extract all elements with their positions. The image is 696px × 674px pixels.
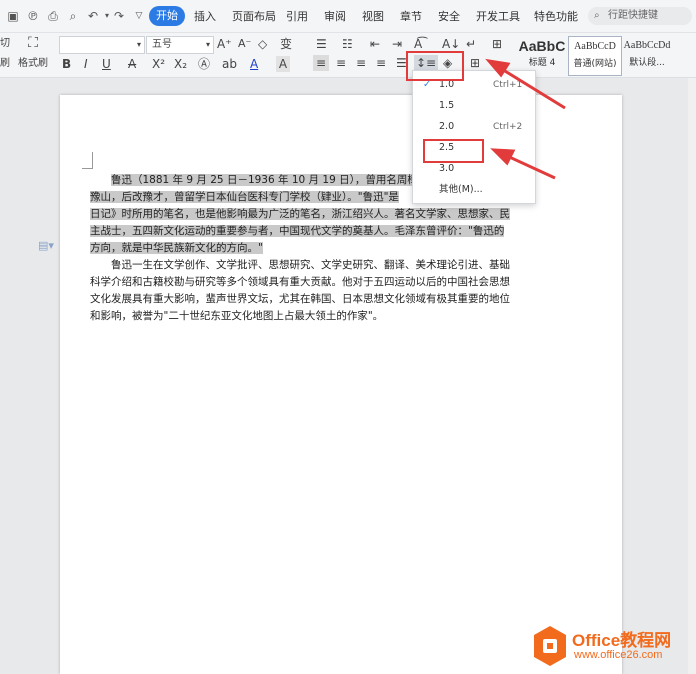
arrow-to-option-2-5 <box>504 153 556 180</box>
watermark-url: www.office26.com <box>574 649 663 661</box>
watermark-brand: Office教程网 <box>572 631 672 650</box>
arrowhead-icon <box>490 148 516 166</box>
arrow-to-line-spacing-button <box>499 66 566 110</box>
office-logo-icon <box>534 626 566 666</box>
annotation-arrows <box>485 58 566 180</box>
